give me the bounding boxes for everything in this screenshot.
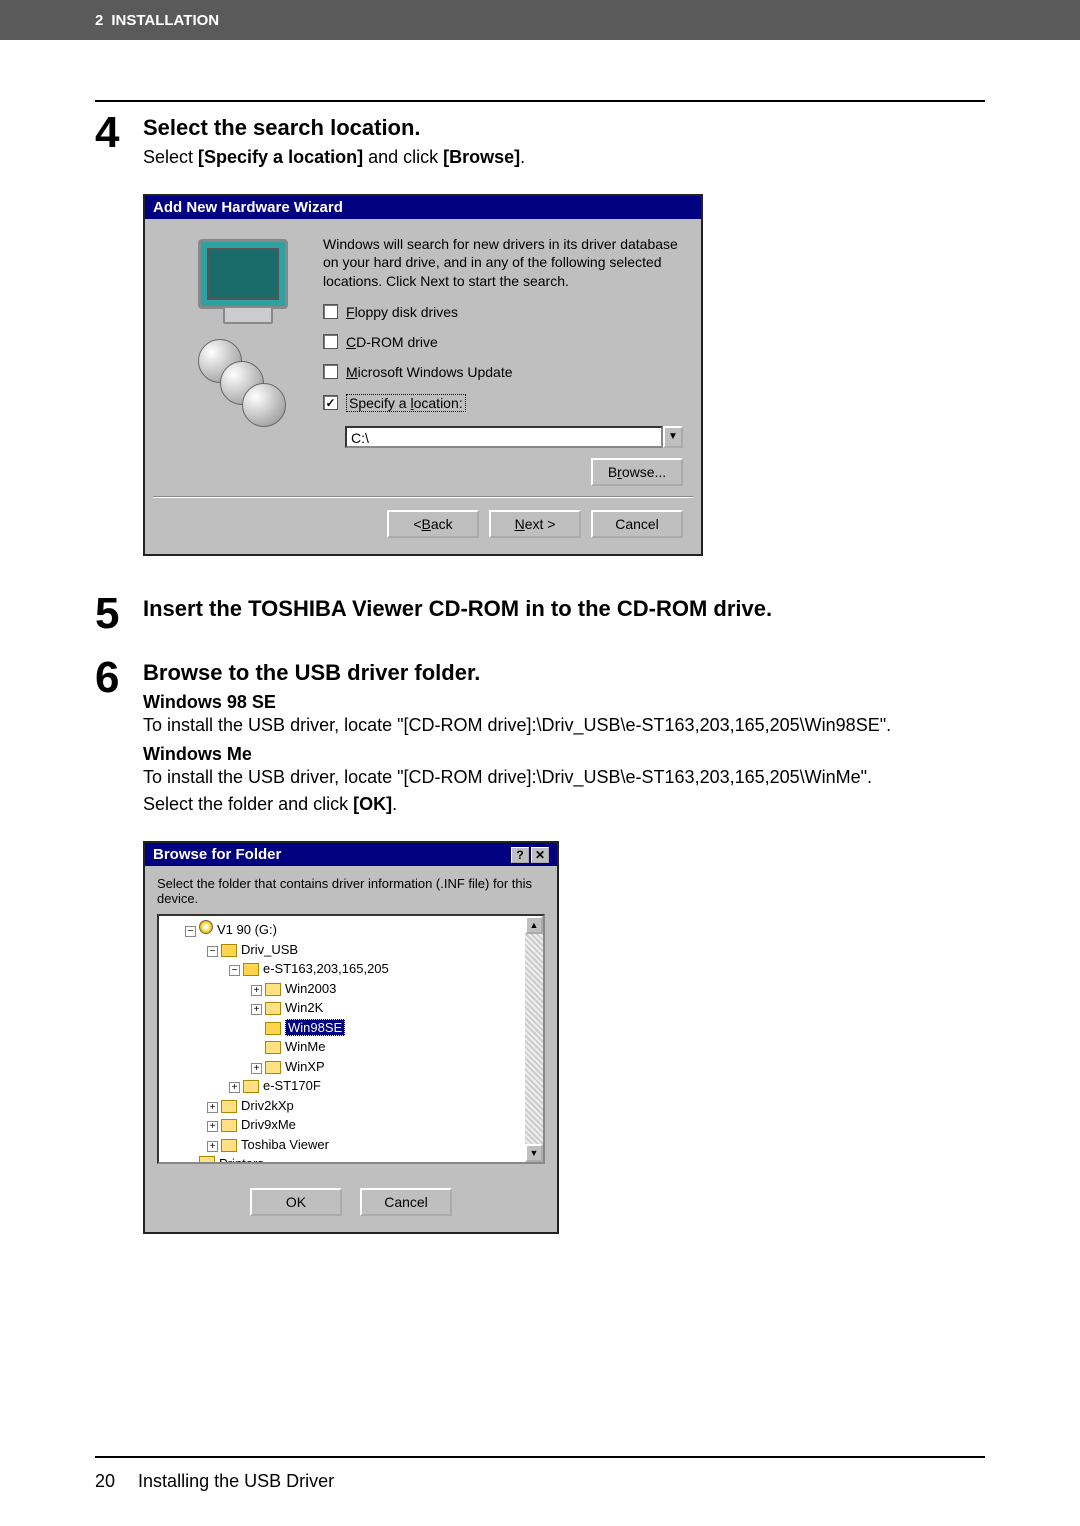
step4-title: Select the search location.: [143, 115, 985, 141]
location-dropdown-button[interactable]: ▼: [663, 426, 683, 448]
specify-label: Specify a location:: [346, 394, 466, 412]
floppy-label: Floppy disk drives: [346, 304, 458, 320]
tree-root[interactable]: −V1 90 (G:): [185, 920, 543, 940]
folder-icon: [265, 983, 281, 996]
tree-printers[interactable]: Printers: [185, 1154, 543, 1164]
step-5: 5 Insert the TOSHIBA Viewer CD-ROM in to…: [95, 596, 985, 636]
location-input[interactable]: C:\: [345, 426, 663, 448]
folder-icon: [265, 1022, 281, 1035]
folder-tree[interactable]: −V1 90 (G:) −Driv_USB −e-ST163,203,165,2…: [157, 914, 545, 1164]
top-rule: [95, 100, 985, 102]
msupdate-checkbox-row[interactable]: Microsoft Windows Update: [323, 364, 683, 380]
folder-icon: [221, 944, 237, 957]
close-icon[interactable]: ✕: [531, 847, 549, 863]
tree-driv9xme[interactable]: +Driv9xMe: [207, 1115, 543, 1135]
ok-button[interactable]: OK: [250, 1188, 342, 1216]
disc-stack-icon: [198, 339, 288, 429]
win98-text: To install the USB driver, locate "[CD-R…: [143, 713, 985, 738]
tree-driv2kxp[interactable]: +Driv2kXp: [207, 1096, 543, 1116]
page-footer: 20 Installing the USB Driver: [95, 1471, 334, 1492]
next-button[interactable]: Next >: [489, 510, 581, 538]
tree-scrollbar[interactable]: ▲ ▼: [525, 916, 543, 1162]
bff-titlebar: Browse for Folder ? ✕: [145, 843, 557, 866]
folder-icon: [265, 1002, 281, 1015]
step-4: 4 Select the search location. Select [Sp…: [95, 115, 985, 170]
monitor-icon: [198, 239, 288, 309]
add-new-hardware-wizard-dialog: Add New Hardware Wizard Windows will sea…: [143, 194, 703, 556]
tree-win98se[interactable]: Win98SE: [251, 1018, 543, 1038]
step4-instruction: Select [Specify a location] and click [B…: [143, 145, 985, 170]
cancel-button[interactable]: Cancel: [591, 510, 683, 538]
wizard-graphic: [163, 235, 323, 486]
tree-win2003[interactable]: +Win2003: [251, 979, 543, 999]
specify-checkbox-row[interactable]: Specify a location:: [323, 394, 683, 412]
chapter-number: 2: [95, 12, 103, 29]
tree-winme[interactable]: WinMe: [251, 1037, 543, 1057]
bff-cancel-button[interactable]: Cancel: [360, 1188, 452, 1216]
folder-icon: [221, 1100, 237, 1113]
scroll-down-button[interactable]: ▼: [525, 1144, 543, 1162]
tree-driv-usb[interactable]: −Driv_USB: [207, 940, 543, 960]
wizard-titlebar: Add New Hardware Wizard: [145, 196, 701, 219]
tree-est163[interactable]: −e-ST163,203,165,205: [229, 959, 543, 979]
printers-icon: [199, 1156, 215, 1164]
folder-icon: [265, 1041, 281, 1054]
folder-icon: [243, 1080, 259, 1093]
floppy-checkbox[interactable]: [323, 304, 338, 319]
bottom-rule: [95, 1456, 985, 1458]
step6-last: Select the folder and click [OK].: [143, 792, 985, 817]
folder-icon: [221, 1119, 237, 1132]
win98-heading: Windows 98 SE: [143, 692, 985, 713]
content-area: 4 Select the search location. Select [Sp…: [95, 115, 985, 1234]
tree-winxp[interactable]: +WinXP: [251, 1057, 543, 1077]
cdrom-checkbox[interactable]: [323, 334, 338, 349]
browse-for-folder-dialog: Browse for Folder ? ✕ Select the folder …: [143, 841, 559, 1234]
help-icon[interactable]: ?: [511, 847, 529, 863]
page-number: 20: [95, 1471, 115, 1491]
scroll-up-button[interactable]: ▲: [525, 916, 543, 934]
winme-text: To install the USB driver, locate "[CD-R…: [143, 765, 985, 790]
cdrom-checkbox-row[interactable]: CD-ROM drive: [323, 334, 683, 350]
step5-title: Insert the TOSHIBA Viewer CD-ROM in to t…: [143, 596, 985, 622]
step-number-5: 5: [95, 592, 143, 636]
step-6: 6 Browse to the USB driver folder. Windo…: [95, 660, 985, 818]
folder-icon: [221, 1139, 237, 1152]
location-row: C:\ ▼: [345, 426, 683, 448]
chapter-title: INSTALLATION: [111, 12, 219, 29]
page-header: 2 INSTALLATION: [0, 0, 1080, 40]
cd-icon: [199, 920, 213, 934]
wizard-paragraph: Windows will search for new drivers in i…: [323, 235, 683, 290]
folder-icon: [243, 963, 259, 976]
msupdate-label: Microsoft Windows Update: [346, 364, 513, 380]
specify-checkbox[interactable]: [323, 395, 338, 410]
bff-title-text: Browse for Folder: [153, 846, 281, 863]
bff-message: Select the folder that contains driver i…: [157, 876, 545, 906]
browse-button[interactable]: Browse...: [591, 458, 683, 486]
footer-text: Installing the USB Driver: [138, 1471, 334, 1491]
step-number-4: 4: [95, 111, 143, 170]
tree-est170f[interactable]: +e-ST170F: [229, 1076, 543, 1096]
winme-heading: Windows Me: [143, 744, 985, 765]
tree-toshiba-viewer[interactable]: +Toshiba Viewer: [207, 1135, 543, 1155]
cdrom-label: CD-ROM drive: [346, 334, 438, 350]
back-button[interactable]: < Back: [387, 510, 479, 538]
floppy-checkbox-row[interactable]: Floppy disk drives: [323, 304, 683, 320]
msupdate-checkbox[interactable]: [323, 364, 338, 379]
step6-title: Browse to the USB driver folder.: [143, 660, 985, 686]
folder-icon: [265, 1061, 281, 1074]
tree-win2k[interactable]: +Win2K: [251, 998, 543, 1018]
scroll-track[interactable]: [525, 934, 543, 1144]
step-number-6: 6: [95, 656, 143, 818]
